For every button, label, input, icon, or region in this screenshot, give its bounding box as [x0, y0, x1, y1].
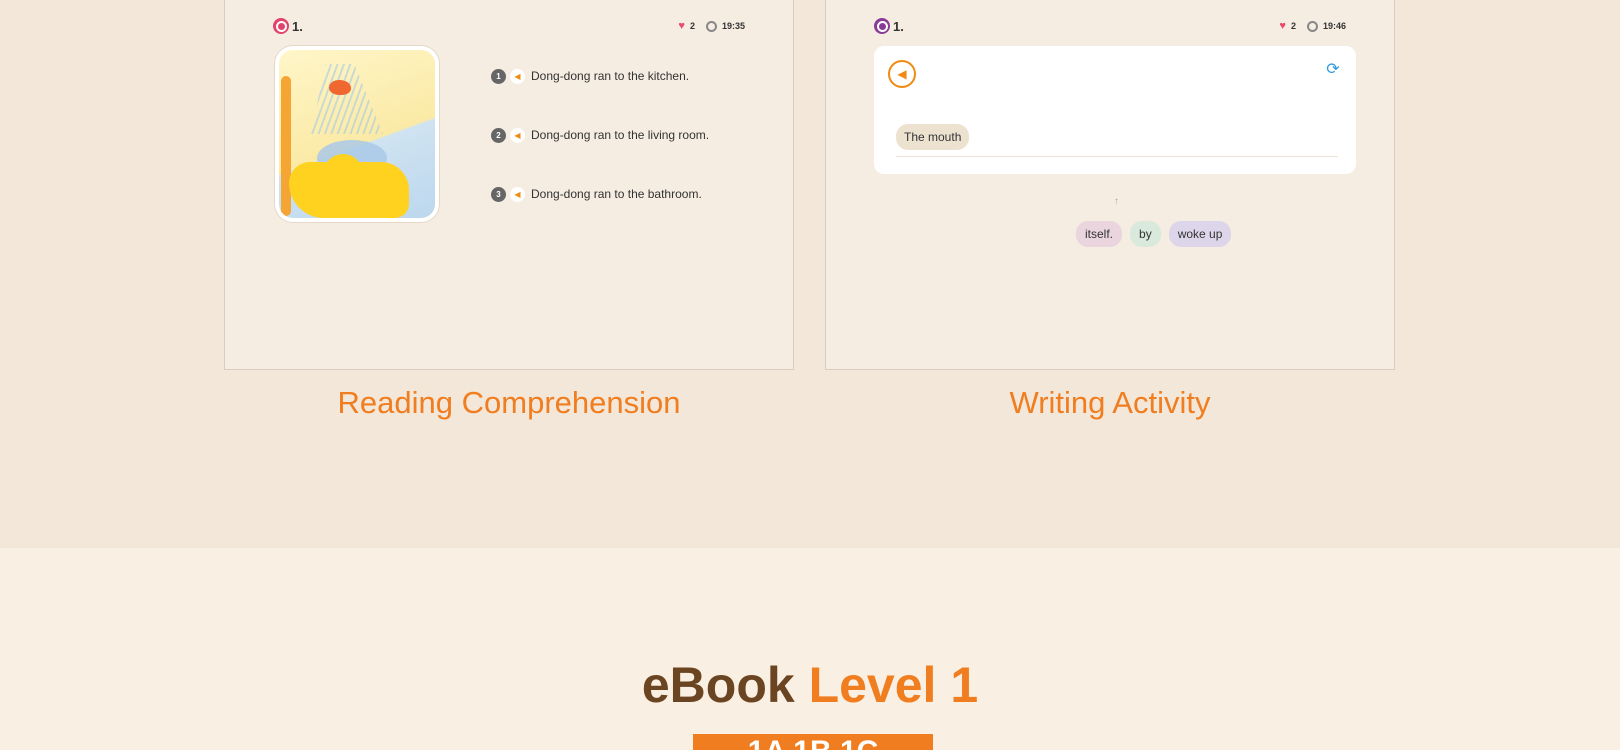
- arrow-up-icon: ↑: [1114, 196, 1119, 207]
- answer-option-1[interactable]: 1 ◀ Dong-dong ran to the kitchen.: [491, 66, 709, 86]
- question-badge: 1.: [874, 18, 904, 34]
- question-icon: [874, 18, 890, 34]
- answer-word-chip[interactable]: The mouth: [896, 124, 970, 150]
- timer-value: 19:35: [721, 21, 745, 31]
- answer-options: 1 ◀ Dong-dong ran to the kitchen. 2 ◀ Do…: [491, 66, 709, 243]
- word-choice-2[interactable]: by: [1130, 221, 1161, 247]
- speaker-icon[interactable]: ◀: [510, 127, 525, 143]
- timer-icon: [1306, 20, 1318, 32]
- speaker-icon[interactable]: ◀: [510, 68, 525, 84]
- status-bar: ♥ 2 19:46: [1279, 20, 1346, 32]
- answer-option-3[interactable]: 3 ◀ Dong-dong ran to the bathroom.: [491, 184, 709, 204]
- sentence-card: ◀ ⟳ The mouth: [874, 46, 1356, 174]
- timer-icon: [705, 20, 717, 32]
- bottom-section-background: [0, 548, 1620, 750]
- yellow-duck-head: [323, 154, 363, 194]
- speaker-icon[interactable]: ◀: [888, 60, 916, 88]
- word-choice-1[interactable]: itself.: [1076, 221, 1123, 247]
- timer-value: 19:46: [1322, 21, 1346, 31]
- heart-icon: ♥: [678, 20, 685, 32]
- option-text-3: Dong-dong ran to the bathroom.: [531, 187, 702, 201]
- writing-activity-screen: 1. ♥ 2 19:46 ◀ ⟳ The mouth ↑ itself. by …: [825, 0, 1395, 370]
- question-number: 1.: [292, 18, 303, 34]
- hearts-count: 2: [1290, 21, 1296, 31]
- level-tabs-strip: 1A 1B 1C: [693, 734, 933, 750]
- question-badge: 1.: [273, 18, 303, 34]
- word-choices: itself. by woke up: [1076, 221, 1232, 247]
- speaker-icon[interactable]: ◀: [510, 186, 525, 202]
- word-choice-3[interactable]: woke up: [1168, 221, 1232, 247]
- answer-line: [896, 156, 1338, 157]
- answer-option-2[interactable]: 2 ◀ Dong-dong ran to the living room.: [491, 125, 709, 145]
- writing-caption: Writing Activity: [1009, 385, 1211, 420]
- ebook-title-main: eBook: [641, 657, 795, 713]
- option-number-1: 1: [491, 68, 506, 84]
- heart-icon: ♥: [1279, 20, 1286, 32]
- question-icon: [273, 18, 289, 34]
- option-text-2: Dong-dong ran to the living room.: [531, 128, 710, 142]
- story-illustration: [275, 46, 439, 222]
- reading-caption: Reading Comprehension: [337, 385, 681, 420]
- ebook-title-level: Level 1: [808, 657, 979, 713]
- question-number: 1.: [893, 18, 904, 34]
- hearts-count: 2: [689, 21, 695, 31]
- ebook-title: eBook Level 1: [0, 656, 1620, 714]
- refresh-icon[interactable]: ⟳: [1324, 60, 1342, 78]
- reading-comprehension-screen: 1. ♥ 2 19:35 1 ◀ Dong-dong ran to the ki…: [224, 0, 794, 370]
- orange-bird: [329, 80, 351, 95]
- option-number-2: 2: [491, 127, 506, 143]
- orange-pipe: [281, 76, 291, 216]
- status-bar: ♥ 2 19:35: [678, 20, 745, 32]
- option-text-1: Dong-dong ran to the kitchen.: [531, 69, 690, 83]
- option-number-3: 3: [491, 186, 506, 202]
